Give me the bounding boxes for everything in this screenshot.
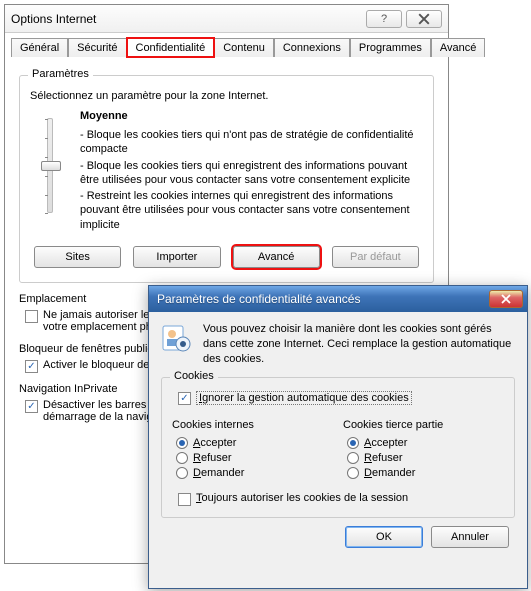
dialog-button-row: OK Annuler (161, 518, 515, 548)
third-party-ask-label: Demander (364, 467, 415, 479)
first-party-refuse-label: Refuser (193, 452, 232, 464)
cookies-group: Cookies Ignorer la gestion automatique d… (161, 377, 515, 518)
location-checkbox[interactable] (25, 310, 38, 323)
tab-programs[interactable]: Programmes (350, 38, 431, 57)
bullet-1: - Bloque les cookies tiers qui n'ont pas… (80, 128, 423, 157)
inprivate-checkbox[interactable] (25, 400, 38, 413)
dialog-titlebar: Paramètres de confidentialité avancés (149, 286, 527, 312)
dialog-close-button[interactable] (489, 290, 523, 308)
privacy-slider[interactable] (30, 110, 70, 234)
session-cookies-label: Toujours autoriser les cookies de la ses… (196, 492, 408, 504)
sites-button[interactable]: Sites (34, 246, 121, 268)
first-party-column: Cookies internes Accepter Refuser Demand… (172, 419, 333, 482)
cookies-group-title: Cookies (170, 370, 218, 382)
close-button[interactable] (406, 10, 442, 28)
dialog-title: Paramètres de confidentialité avancés (157, 292, 489, 306)
session-cookies-checkbox[interactable] (178, 493, 191, 506)
level-title: Moyenne (80, 110, 423, 122)
default-button[interactable]: Par défaut (332, 246, 419, 268)
third-party-refuse-radio[interactable] (347, 452, 359, 464)
third-party-ask-radio[interactable] (347, 467, 359, 479)
settings-group: Paramètres Sélectionnez un paramètre pou… (19, 75, 434, 283)
slider-track (47, 118, 53, 213)
titlebar: Options Internet ? (5, 5, 448, 33)
third-party-title: Cookies tierce partie (343, 419, 504, 431)
dialog-intro-text: Vous pouvez choisir la manière dont les … (203, 322, 515, 367)
help-icon: ? (381, 13, 387, 25)
advanced-privacy-dialog: Paramètres de confidentialité avancés Vo… (148, 285, 528, 589)
import-button[interactable]: Importer (133, 246, 220, 268)
tab-privacy[interactable]: Confidentialité (127, 38, 215, 57)
third-party-column: Cookies tierce partie Accepter Refuser D… (343, 419, 504, 482)
window-title: Options Internet (11, 12, 362, 26)
first-party-accept-label: Accepter (193, 437, 236, 449)
third-party-accept-label: Accepter (364, 437, 407, 449)
cancel-button[interactable]: Annuler (431, 526, 509, 548)
cookie-columns: Cookies internes Accepter Refuser Demand… (172, 419, 504, 482)
settings-button-row: Sites Importer Avancé Par défaut (30, 246, 423, 268)
ok-button[interactable]: OK (345, 526, 423, 548)
dialog-intro: Vous pouvez choisir la manière dont les … (161, 322, 515, 367)
advanced-button[interactable]: Avancé (233, 246, 320, 268)
bullet-2: - Bloque les cookies tiers qui enregistr… (80, 159, 423, 188)
close-icon (418, 13, 430, 25)
tab-advanced[interactable]: Avancé (431, 38, 486, 57)
first-party-ask-radio[interactable] (176, 467, 188, 479)
bullet-3: - Restreint les cookies internes qui enr… (80, 189, 423, 232)
settings-group-title: Paramètres (28, 68, 93, 80)
third-party-refuse-label: Refuser (364, 452, 403, 464)
tab-security[interactable]: Sécurité (68, 38, 126, 57)
tab-content[interactable]: Contenu (214, 38, 274, 57)
settings-row: Moyenne - Bloque les cookies tiers qui n… (30, 110, 423, 234)
dialog-body: Vous pouvez choisir la manière dont les … (149, 312, 527, 556)
override-checkbox-label: Ignorer la gestion automatique des cooki… (196, 391, 412, 405)
first-party-refuse-radio[interactable] (176, 452, 188, 464)
tab-connections[interactable]: Connexions (274, 38, 350, 57)
privacy-icon (161, 322, 193, 354)
tab-strip: Général Sécurité Confidentialité Contenu… (5, 33, 448, 56)
close-icon (501, 294, 511, 304)
first-party-accept-radio[interactable] (176, 437, 188, 449)
help-button[interactable]: ? (366, 10, 402, 28)
slider-thumb[interactable] (41, 161, 61, 171)
override-checkbox[interactable] (178, 392, 191, 405)
third-party-accept-radio[interactable] (347, 437, 359, 449)
blocker-checkbox[interactable] (25, 360, 38, 373)
settings-description: Moyenne - Bloque les cookies tiers qui n… (80, 110, 423, 234)
settings-intro: Sélectionnez un paramètre pour la zone I… (30, 90, 423, 102)
first-party-title: Cookies internes (172, 419, 333, 431)
first-party-ask-label: Demander (193, 467, 244, 479)
tab-general[interactable]: Général (11, 38, 68, 57)
